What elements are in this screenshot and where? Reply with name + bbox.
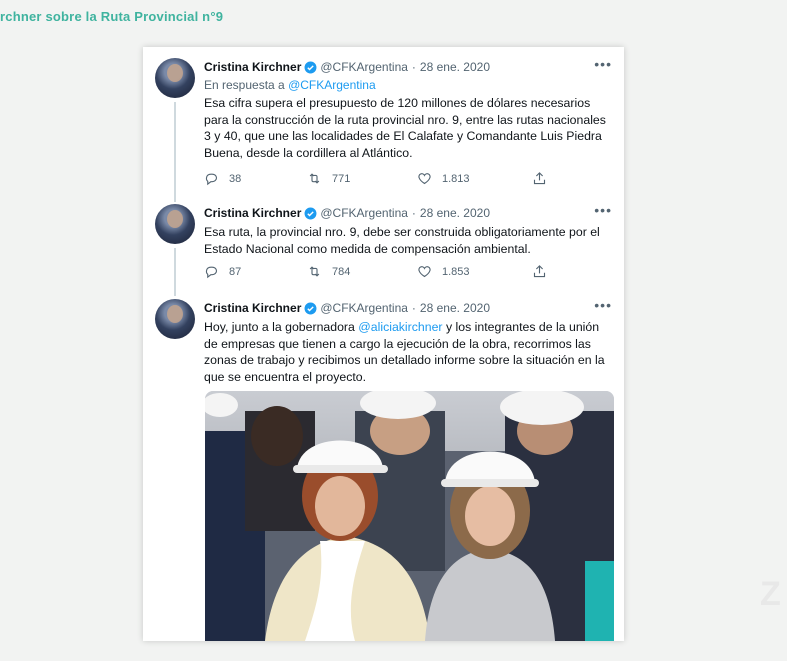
share-button[interactable]	[532, 264, 547, 279]
like-count: 1.853	[442, 265, 470, 278]
tweet-2[interactable]: Cristina Kirchner @CFKArgentina · 28 ene…	[143, 193, 624, 296]
tweet-date[interactable]: 28 ene. 2020	[420, 301, 490, 315]
reply-icon	[205, 173, 218, 186]
tweet-actions: 87 784 1.853	[204, 264, 547, 282]
reply-icon	[205, 266, 218, 279]
tweet-date[interactable]: 28 ene. 2020	[420, 206, 490, 220]
reply-button[interactable]: 38	[204, 171, 241, 186]
share-icon	[533, 265, 546, 278]
tweet-thread-card: Cristina Kirchner @CFKArgentina · 28 ene…	[143, 47, 624, 641]
author-name[interactable]: Cristina Kirchner	[204, 60, 301, 74]
separator-dot: ·	[411, 301, 416, 315]
heart-icon	[418, 266, 431, 278]
separator-dot: ·	[411, 206, 416, 220]
tweet-date[interactable]: 28 ene. 2020	[420, 60, 490, 74]
share-icon	[533, 172, 546, 185]
mention-link[interactable]: @aliciakirchner	[358, 320, 442, 334]
tweet-text: Hoy, junto a la gobernadora @aliciakirch…	[204, 319, 614, 385]
tweet-text: Esa cifra supera el presupuesto de 120 m…	[204, 96, 606, 160]
retweet-button[interactable]: 771	[307, 171, 350, 186]
tweet-photo[interactable]	[205, 391, 614, 641]
watermark-logo: Z	[760, 575, 781, 613]
like-count: 1.813	[442, 172, 470, 185]
more-icon[interactable]: •••	[594, 202, 612, 218]
retweet-icon	[309, 266, 320, 277]
avatar[interactable]	[155, 58, 195, 98]
reply-count: 38	[229, 172, 242, 185]
retweet-button[interactable]: 784	[307, 264, 350, 279]
tweet-actions: 38 771 1.813	[204, 171, 547, 189]
author-handle[interactable]: @CFKArgentina	[320, 60, 408, 74]
tweet-header: Cristina Kirchner @CFKArgentina · 28 ene…	[204, 206, 490, 220]
tweet-header: Cristina Kirchner @CFKArgentina · 28 ene…	[204, 60, 490, 74]
retweet-icon	[309, 173, 320, 184]
share-button[interactable]	[532, 171, 547, 186]
reply-count: 87	[229, 265, 242, 278]
separator-dot: ·	[411, 60, 416, 74]
author-handle[interactable]: @CFKArgentina	[320, 301, 408, 315]
like-button[interactable]: 1.853	[417, 264, 470, 279]
verified-badge-icon	[304, 61, 317, 73]
tweet-text: Esa ruta, la provincial nro. 9, debe ser…	[204, 225, 600, 256]
reply-prefix: En respuesta a	[204, 78, 285, 92]
tweet-1[interactable]: Cristina Kirchner @CFKArgentina · 28 ene…	[143, 47, 624, 202]
page-title: rchner sobre la Ruta Provincial n°9	[0, 9, 224, 24]
author-name[interactable]: Cristina Kirchner	[204, 301, 301, 315]
heart-icon	[418, 173, 431, 185]
more-icon[interactable]: •••	[594, 56, 612, 72]
like-button[interactable]: 1.813	[417, 171, 470, 186]
author-handle[interactable]: @CFKArgentina	[320, 206, 408, 220]
reply-to-link[interactable]: @CFKArgentina	[288, 78, 376, 92]
avatar[interactable]	[155, 299, 195, 339]
retweet-count: 784	[332, 265, 351, 278]
reply-button[interactable]: 87	[204, 264, 241, 279]
verified-badge-icon	[304, 302, 317, 314]
retweet-count: 771	[332, 172, 351, 185]
tweet-header: Cristina Kirchner @CFKArgentina · 28 ene…	[204, 301, 490, 315]
more-icon[interactable]: •••	[594, 297, 612, 313]
verified-badge-icon	[304, 207, 317, 219]
tweet-text-start: Hoy, junto a la gobernadora	[204, 320, 359, 334]
reply-context: En respuesta a @CFKArgentina	[204, 78, 376, 92]
author-name[interactable]: Cristina Kirchner	[204, 206, 301, 220]
photo-image	[205, 391, 614, 641]
avatar[interactable]	[155, 204, 195, 244]
thread-line	[174, 102, 176, 202]
